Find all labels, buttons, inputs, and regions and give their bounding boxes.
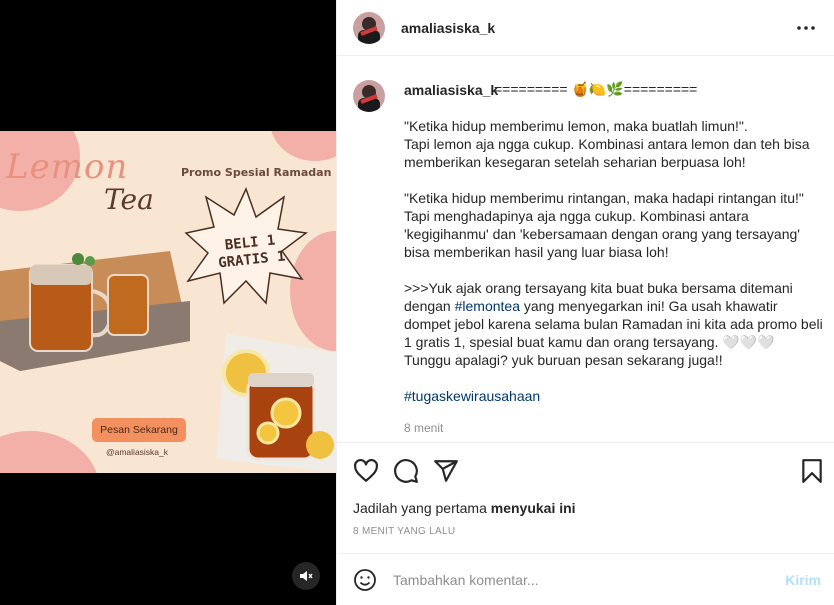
avatar[interactable]: [353, 11, 385, 44]
caption-paragraph: "Ketika hidup memberimu rintangan, maka …: [404, 190, 804, 260]
poster-title-lemon: Lemon: [6, 147, 129, 187]
caption-paragraph: "Ketika hidup memberimu lemon, maka buat…: [404, 118, 810, 170]
caption-username[interactable]: amaliasiska_k: [404, 82, 498, 98]
action-bar: [337, 444, 834, 498]
post-media[interactable]: Lemon Tea Promo Spesial Ramadan BELI 1 G…: [0, 0, 336, 605]
decor-blob: [270, 131, 336, 161]
caption-heading: ========= 🍯🍋🌿=========: [494, 81, 698, 97]
caption-promo-paragraph: >>>Yuk ajak orang tersayang kita buat bu…: [404, 279, 824, 369]
lemon-tea-photo: [0, 251, 190, 371]
lemon-tea-photo-2: [216, 333, 336, 473]
post-detail-panel: amaliasiska_k amaliasiska_k ========= 🍯🍋…: [336, 0, 834, 605]
comment-bar: Kirim: [337, 553, 834, 605]
decor-blob: [0, 431, 100, 473]
caption-avatar[interactable]: [353, 80, 385, 112]
smiley-icon[interactable]: [353, 568, 377, 592]
poster-promo-label: Promo Spesial Ramadan: [181, 166, 332, 179]
mute-button[interactable]: [292, 562, 320, 590]
profile-picture: [353, 11, 385, 44]
profile-picture: [353, 80, 385, 112]
post-image[interactable]: Lemon Tea Promo Spesial Ramadan BELI 1 G…: [0, 131, 336, 473]
paper-plane-icon[interactable]: [433, 458, 459, 484]
hashtag-link-lemontea[interactable]: #lemontea: [455, 298, 520, 314]
heart-icon[interactable]: [353, 458, 379, 484]
more-options-button[interactable]: [794, 16, 818, 40]
post-comment-button[interactable]: Kirim: [785, 572, 821, 588]
likes-prefix: Jadilah yang pertama: [353, 500, 491, 516]
hashtag-link-tugaskewirausahaan[interactable]: #tugaskewirausahaan: [404, 387, 824, 405]
likes-text: Jadilah yang pertama menyukai ini: [353, 500, 576, 516]
poster-title-tea: Tea: [104, 183, 154, 216]
post-timestamp: 8 MENIT YANG LALU: [353, 526, 456, 537]
speaker-muted-icon: [300, 571, 313, 581]
comment-input[interactable]: [393, 570, 773, 590]
caption-section: amaliasiska_k ========= 🍯🍋🌿========= "Ke…: [337, 57, 834, 443]
poster-handle: @amaliasiska_k: [106, 447, 169, 457]
order-now-button: Pesan Sekarang: [92, 418, 186, 442]
caption-text: "Ketika hidup memberimu lemon, maka buat…: [404, 117, 824, 423]
comment-icon[interactable]: [393, 458, 419, 484]
like-this-link[interactable]: menyukai ini: [491, 500, 576, 516]
more-horizontal-icon: [797, 26, 815, 30]
post-header: amaliasiska_k: [337, 0, 834, 56]
header-username[interactable]: amaliasiska_k: [401, 20, 495, 36]
bookmark-icon[interactable]: [799, 458, 825, 484]
caption-time: 8 menit: [404, 421, 444, 435]
